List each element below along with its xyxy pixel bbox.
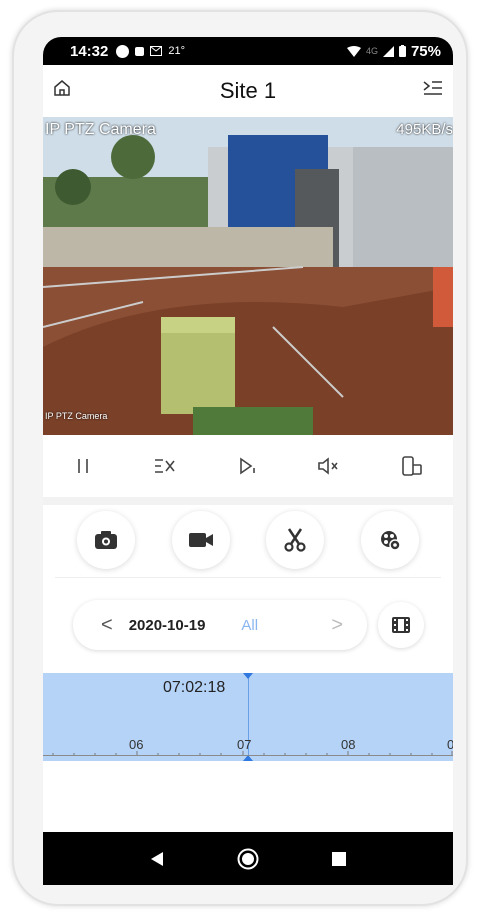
hour-label: 07 bbox=[237, 737, 252, 752]
battery-icon bbox=[398, 45, 406, 57]
device-list-icon[interactable] bbox=[423, 79, 443, 97]
settings-icon bbox=[380, 531, 401, 551]
image-settings-button[interactable] bbox=[360, 511, 419, 569]
timeline-ticks bbox=[52, 751, 453, 755]
clock: 14:32 bbox=[70, 42, 109, 60]
hour-label: 08 bbox=[341, 737, 356, 752]
camera-feed-image bbox=[43, 117, 453, 435]
previous-date-button[interactable]: < bbox=[101, 614, 113, 637]
signal-icon bbox=[382, 45, 394, 57]
snapshot-button[interactable] bbox=[77, 511, 136, 569]
hour-label: 0 bbox=[447, 737, 453, 752]
stream-icon[interactable] bbox=[153, 455, 177, 477]
wifi-icon bbox=[346, 45, 361, 57]
action-buttons bbox=[43, 505, 453, 575]
camera-video[interactable]: IP PTZ Camera 495KB/s IP PTZ Camera bbox=[43, 117, 453, 435]
app-screen: 14:32 21° 4G 75% Site 1 IP PTZ Camera 49… bbox=[43, 37, 453, 885]
app-header: Site 1 bbox=[43, 65, 453, 117]
next-date-button[interactable]: > bbox=[331, 614, 343, 637]
date-selector: < 2020-10-19 All > bbox=[73, 600, 367, 650]
camera-osd-label: IP PTZ Camera bbox=[45, 411, 108, 421]
page-title: Site 1 bbox=[219, 78, 277, 103]
record-type-filter[interactable]: All bbox=[241, 617, 258, 634]
video-record-icon bbox=[188, 533, 213, 547]
status-bar: 14:32 21° 4G 75% bbox=[43, 37, 453, 65]
home-button-icon[interactable] bbox=[237, 848, 259, 870]
playback-timeline[interactable]: 07:02:18 06 07 08 0 bbox=[43, 673, 453, 761]
divider bbox=[55, 577, 441, 578]
recents-icon[interactable] bbox=[332, 851, 347, 866]
scissors-icon bbox=[284, 528, 306, 552]
notification-icon bbox=[116, 44, 130, 58]
android-nav-bar bbox=[43, 832, 453, 885]
mute-icon[interactable] bbox=[317, 455, 341, 477]
cursor-top-marker bbox=[243, 673, 253, 679]
home-icon[interactable] bbox=[53, 79, 71, 97]
separator bbox=[43, 497, 453, 505]
back-icon[interactable] bbox=[150, 851, 164, 867]
clip-button[interactable] bbox=[266, 511, 325, 569]
playback-icon[interactable] bbox=[236, 455, 258, 477]
playback-controls bbox=[43, 435, 453, 497]
battery-level: 75% bbox=[410, 42, 441, 60]
recording-list-button[interactable] bbox=[378, 602, 424, 648]
mail-icon bbox=[150, 46, 163, 56]
record-button[interactable] bbox=[171, 511, 230, 569]
camera-name-overlay: IP PTZ Camera bbox=[45, 121, 156, 138]
date-value[interactable]: 2020-10-19 bbox=[129, 617, 206, 634]
pause-icon[interactable] bbox=[72, 455, 94, 477]
current-time: 07:02:18 bbox=[163, 679, 226, 696]
app-notification-icon bbox=[135, 46, 145, 56]
temperature: 21° bbox=[168, 45, 186, 57]
rotate-icon[interactable] bbox=[400, 454, 424, 478]
film-icon bbox=[392, 617, 410, 633]
camera-icon bbox=[95, 531, 118, 549]
hour-label: 06 bbox=[129, 737, 144, 752]
network-type: 4G bbox=[365, 46, 378, 56]
bitrate-readout: 495KB/s bbox=[396, 121, 453, 138]
